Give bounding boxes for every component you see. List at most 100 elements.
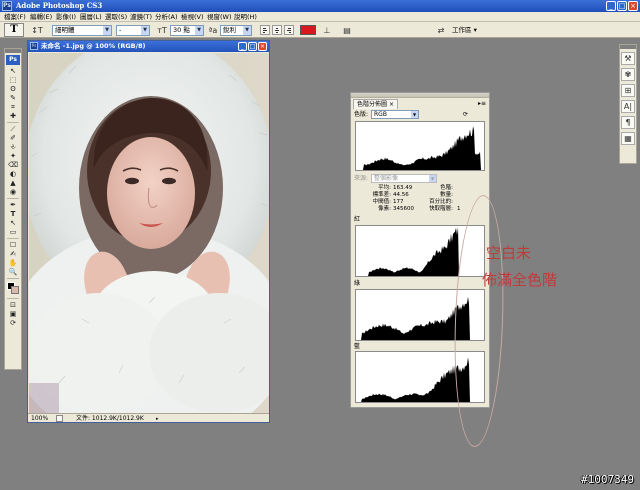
chevron-down-icon: ▼ xyxy=(103,26,111,35)
tools-panel-icon[interactable]: ⚒ xyxy=(621,52,635,65)
screen-mode-icon[interactable]: ▣ xyxy=(5,310,21,319)
document-minimize-button[interactable]: _ xyxy=(238,42,247,51)
quick-select-tool-icon[interactable]: ✎ xyxy=(5,94,21,103)
history-brush-tool-icon[interactable]: ✦ xyxy=(5,152,21,161)
character-panel-icon[interactable]: A| xyxy=(621,100,635,113)
font-size-icon: ᴛT xyxy=(157,26,167,35)
menu-analysis[interactable]: 分析(A) xyxy=(155,12,178,22)
refresh-icon[interactable]: ⟳ xyxy=(463,111,468,119)
document-icon: Ps xyxy=(30,42,38,50)
lasso-tool-icon[interactable]: ʘ xyxy=(5,85,21,94)
menu-layer[interactable]: 圖層(L) xyxy=(80,12,102,22)
source-label: 來源: xyxy=(354,175,369,182)
chevron-down-icon: ▼ xyxy=(195,26,203,35)
document-canvas-photo[interactable] xyxy=(29,53,269,414)
rotate-view-icon[interactable]: ⟳ xyxy=(5,319,21,328)
bridge-icon[interactable]: ⇄ xyxy=(435,25,447,36)
tab-histogram[interactable]: 色階分佈圖 × xyxy=(353,99,398,109)
document-title: 未命名 -1.jpg @ 100% (RGB/8) xyxy=(41,42,146,50)
brush-tool-icon[interactable]: ✐ xyxy=(5,134,21,143)
pen-tool-icon[interactable]: ✒ xyxy=(5,201,21,210)
marquee-tool-icon[interactable]: ⬚ xyxy=(5,76,21,85)
align-left-button[interactable] xyxy=(260,25,270,35)
color-swatches[interactable] xyxy=(5,281,21,297)
workspace-button[interactable]: 工作區 ▾ xyxy=(452,25,477,36)
status-arrow-icon[interactable]: ▸ xyxy=(156,415,159,424)
blur-tool-icon[interactable]: ▲ xyxy=(5,179,21,188)
eyedropper-2-tool-icon[interactable]: ✍ xyxy=(5,250,21,259)
menu-help[interactable]: 說明(H) xyxy=(234,12,257,22)
toolbox-divider xyxy=(7,122,19,124)
font-size-select[interactable]: 30 點 ▼ xyxy=(170,25,204,36)
text-orientation-icon[interactable]: ↕T xyxy=(30,25,44,36)
background-color-swatch[interactable] xyxy=(11,286,19,294)
tab-histogram-label: 色階分佈圖 xyxy=(357,101,388,108)
crop-tool-icon[interactable]: ⌗ xyxy=(5,103,21,112)
font-size-value: 30 點 xyxy=(173,26,190,34)
channel-select[interactable]: RGB ▼ xyxy=(371,110,419,119)
quick-mask-icon[interactable]: ⊡ xyxy=(5,301,21,310)
histogram-composite xyxy=(355,121,485,171)
clone-stamp-tool-icon[interactable]: ⎀ xyxy=(5,143,21,152)
menu-view[interactable]: 檢視(V) xyxy=(181,12,204,22)
close-button[interactable]: × xyxy=(628,1,638,11)
layer-comps-panel-icon[interactable]: ▦ xyxy=(621,132,635,145)
annotation-text-line2: 佈滿全色階 xyxy=(482,271,558,289)
font-style-select[interactable]: - ▼ xyxy=(116,25,150,36)
shape-tool-icon[interactable]: ▭ xyxy=(5,228,21,237)
text-color-swatch[interactable] xyxy=(300,25,316,35)
document-title-bar[interactable]: Ps 未命名 -1.jpg @ 100% (RGB/8) _ □ × xyxy=(28,41,269,52)
path-select-tool-icon[interactable]: ↖ xyxy=(5,219,21,228)
eyedropper-tool-icon[interactable]: ✚ xyxy=(5,112,21,121)
menu-edit[interactable]: 編輯(E) xyxy=(30,12,52,22)
stat-cache-level-value: 1 xyxy=(457,206,461,212)
font-family-select[interactable]: 細明體 ▼ xyxy=(52,25,112,36)
dock-grip[interactable] xyxy=(620,45,636,49)
chevron-down-icon: ▼ xyxy=(243,26,251,35)
stat-pixels-value: 345600 xyxy=(393,206,414,212)
menu-filter[interactable]: 濾鏡(T) xyxy=(130,12,152,22)
align-center-button[interactable] xyxy=(272,25,282,35)
toolbox-grip[interactable] xyxy=(5,49,21,53)
notes-tool-icon[interactable]: ☐ xyxy=(5,241,21,250)
eraser-tool-icon[interactable]: ⌫ xyxy=(5,161,21,170)
tab-close-icon[interactable]: × xyxy=(389,101,394,108)
photoshop-logo[interactable]: Ps xyxy=(6,55,20,65)
restore-button[interactable]: □ xyxy=(617,1,627,11)
zoom-tool-icon[interactable]: 🔍 xyxy=(5,268,21,277)
menu-image[interactable]: 影像(I) xyxy=(56,12,76,22)
menu-window[interactable]: 視窗(W) xyxy=(207,12,232,22)
panel-menu-icon[interactable]: ▸≡ xyxy=(478,99,486,108)
document-window: Ps 未命名 -1.jpg @ 100% (RGB/8) _ □ × 100% … xyxy=(27,40,270,423)
type-tool-icon[interactable]: T xyxy=(5,210,21,219)
stat-level-label: 色階: xyxy=(440,185,453,191)
paragraph-panel-icon[interactable]: ¶ xyxy=(621,116,635,129)
blue-channel-label: 藍 xyxy=(354,343,361,350)
tool-preset-picker[interactable]: T xyxy=(4,23,24,37)
zoom-level[interactable]: 100% xyxy=(31,414,48,423)
anti-alias-value: 銳利 xyxy=(223,26,236,34)
document-maximize-button[interactable]: □ xyxy=(248,42,257,51)
warp-text-icon[interactable]: ⊥ xyxy=(322,25,332,36)
histogram-composite-graph xyxy=(356,126,484,170)
brushes-panel-icon[interactable]: ✾ xyxy=(621,68,635,81)
status-menu-icon[interactable] xyxy=(56,415,63,422)
move-tool-icon[interactable]: ↖ xyxy=(5,67,21,76)
window-title: Adobe Photoshop CS3 xyxy=(16,1,103,10)
gradient-tool-icon[interactable]: ◐ xyxy=(5,170,21,179)
font-family-value: 細明體 xyxy=(55,26,75,34)
healing-brush-tool-icon[interactable]: ⟋ xyxy=(5,125,21,134)
stat-mean-value: 163.49 xyxy=(393,185,413,191)
dodge-tool-icon[interactable]: ◉ xyxy=(5,188,21,197)
anti-alias-select[interactable]: 銳利 ▼ xyxy=(220,25,252,36)
document-close-button[interactable]: × xyxy=(258,42,267,51)
character-panels-icon[interactable]: ▤ xyxy=(342,25,352,36)
clone-source-panel-icon[interactable]: ⊞ xyxy=(621,84,635,97)
options-bar: T ↕T 細明體 ▼ - ▼ ᴛT 30 點 ▼ ªa 銳利 ▼ ⊥ ▤ ⇄ 工… xyxy=(0,22,640,38)
stat-cache-level-label: 快取階層: xyxy=(429,206,453,212)
minimize-button[interactable]: _ xyxy=(606,1,616,11)
menu-file[interactable]: 檔案(F) xyxy=(4,12,26,22)
hand-tool-icon[interactable]: ✋ xyxy=(5,259,21,268)
menu-select[interactable]: 選取(S) xyxy=(105,12,127,22)
align-right-button[interactable] xyxy=(284,25,294,35)
